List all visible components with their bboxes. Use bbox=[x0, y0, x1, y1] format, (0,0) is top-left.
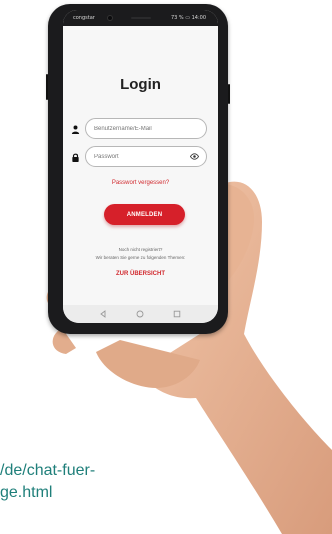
camera-icon bbox=[107, 15, 113, 21]
user-icon bbox=[71, 125, 80, 134]
phone-screen: congstar ⠀⠀73 % ▭ 14:00 Login Passwort v… bbox=[63, 10, 218, 323]
username-input[interactable] bbox=[94, 124, 189, 134]
overview-link[interactable]: ZUR ÜBERSICHT bbox=[63, 271, 218, 277]
url-caption: /de/chat-fuer- ge.html bbox=[0, 460, 95, 504]
login-button[interactable]: ANMELDEN bbox=[104, 204, 185, 225]
android-nav-bar bbox=[63, 305, 218, 323]
username-field[interactable] bbox=[85, 118, 207, 139]
status-indicators: ⠀⠀73 % ▭ 14:00 bbox=[163, 15, 206, 21]
back-icon[interactable] bbox=[99, 310, 107, 318]
page-title: Login bbox=[120, 76, 161, 93]
carrier-label: congstar bbox=[73, 15, 95, 21]
earpiece bbox=[131, 17, 151, 19]
power-button bbox=[228, 84, 230, 104]
eye-icon[interactable] bbox=[190, 153, 199, 160]
volume-button bbox=[46, 74, 48, 100]
password-input[interactable] bbox=[94, 152, 189, 162]
topics-text: Wir beraten Sie gerne zu folgenden Theme… bbox=[95, 255, 186, 260]
url-caption-line2: ge.html bbox=[0, 484, 53, 501]
home-icon[interactable] bbox=[136, 310, 144, 318]
url-caption-line1: /de/chat-fuer- bbox=[0, 462, 96, 479]
recents-icon[interactable] bbox=[173, 310, 181, 318]
password-field[interactable] bbox=[85, 146, 207, 167]
forgot-password-link[interactable]: Passwort vergessen? bbox=[63, 180, 218, 186]
not-registered-text: Noch nicht registriert? bbox=[118, 247, 163, 252]
status-bar: congstar ⠀⠀73 % ▭ 14:00 bbox=[63, 10, 218, 26]
lock-icon bbox=[72, 153, 79, 162]
